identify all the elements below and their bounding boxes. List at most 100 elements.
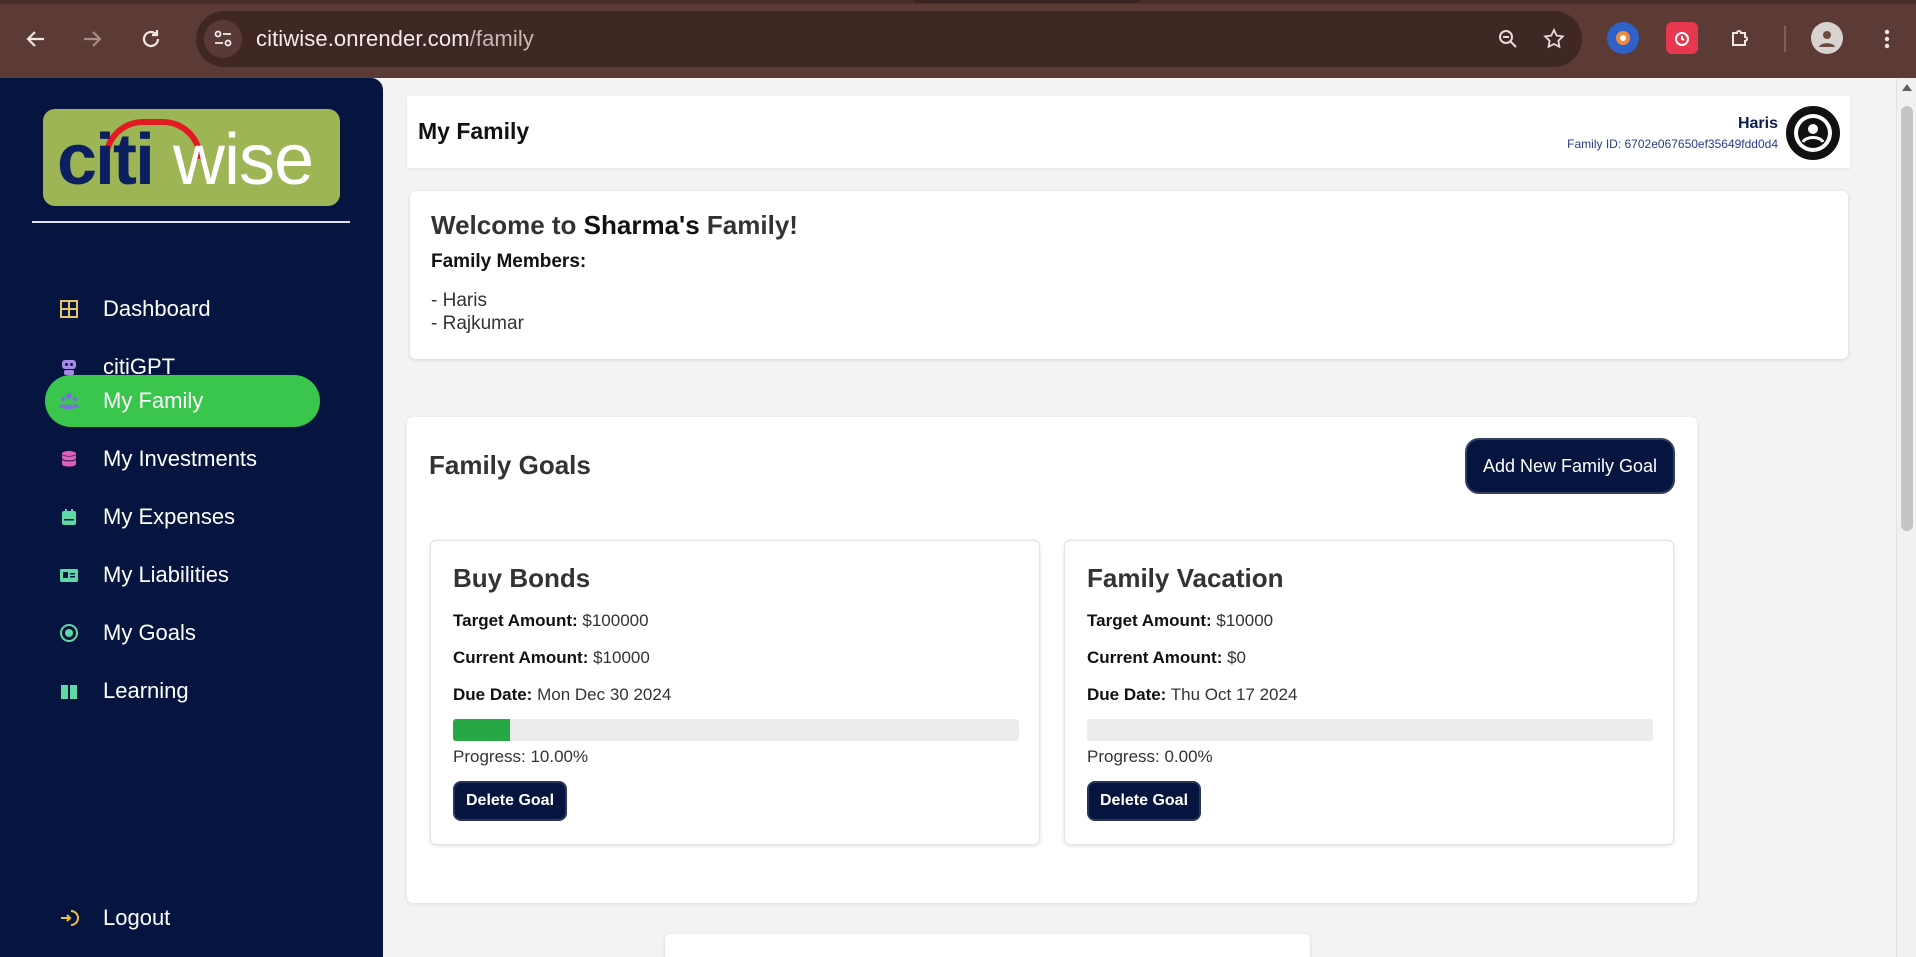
user-avatar-icon[interactable] [1786,106,1840,160]
sidebar-item-my-investments[interactable]: My Investments [45,433,320,485]
goal-current-value: $10000 [593,648,650,667]
welcome-prefix: Welcome to [431,210,584,240]
zoom-icon[interactable] [1489,20,1527,58]
scrollbar-thumb[interactable] [1901,106,1913,531]
sidebar-item-dashboard[interactable]: Dashboard [45,283,320,335]
goal-due: Due Date: Thu Oct 17 2024 [1087,685,1297,705]
welcome-title: Welcome to Sharma's Family! [431,210,798,241]
sidebar-item-learning[interactable]: Learning [45,665,320,717]
back-button[interactable] [17,20,55,58]
browser-toolbar: citiwise.onrender.com/family [0,0,1916,78]
goal-current: Current Amount: $0 [1087,648,1246,668]
calendar-icon [57,505,81,529]
goal-current-label: Current Amount: [1087,648,1223,667]
family-icon [57,389,81,413]
sidebar-item-my-goals[interactable]: My Goals [45,607,320,659]
welcome-card: Welcome to Sharma's Family! Family Membe… [410,191,1848,359]
family-member: - Rajkumar [431,313,524,334]
goal-target-label: Target Amount: [453,611,578,630]
next-section-card [665,934,1310,957]
toolbar-separator [1784,26,1786,52]
forward-button[interactable] [73,20,111,58]
goal-progress-text: Progress: 0.00% [1087,747,1213,766]
active-tab-edge [915,0,1140,3]
goal-card: Family Vacation Target Amount: $10000 Cu… [1064,540,1674,845]
delete-goal-button[interactable]: Delete Goal [1087,781,1201,821]
add-family-goal-button[interactable]: Add New Family Goal [1465,438,1675,494]
sidebar-divider [32,221,350,223]
goal-name: Buy Bonds [453,563,591,593]
user-name: Haris [1737,115,1778,132]
family-goals-title: Family Goals [429,450,591,480]
delete-goal-button[interactable]: Delete Goal [453,781,567,821]
page-header: My Family Haris Family ID: 6702e067650ef… [407,96,1850,168]
sidebar: citi wise Dashboard citiGPT My Family My… [0,78,383,957]
bookmark-star-icon[interactable] [1535,20,1573,58]
sidebar-item-label: Learning [103,678,189,703]
sidebar-item-my-family[interactable]: My Family [45,375,320,427]
goal-current: Current Amount: $10000 [453,648,650,668]
back-arrow-icon [26,31,44,47]
sidebar-item-label: My Family [103,388,204,413]
page-title: My Family [418,118,530,144]
family-goals-section: Family Goals Add New Family Goal Buy Bon… [407,417,1697,903]
goal-name: Family Vacation [1087,563,1284,593]
sidebar-item-label: My Expenses [103,504,236,529]
target-icon [57,621,81,645]
goal-target-value: $10000 [1216,611,1274,630]
database-icon [57,447,81,471]
goal-due-value: Mon Dec 30 2024 [537,685,672,704]
goal-progress-fill [453,719,510,741]
goal-due-label: Due Date: [453,685,533,704]
logout-button[interactable]: Logout [45,896,170,940]
goal-current-value: $0 [1227,648,1247,667]
members-label: Family Members: [431,251,587,272]
id-card-icon [57,563,81,587]
page-scrollbar[interactable] [1896,78,1916,957]
sidebar-item-label: My Goals [103,620,196,645]
reload-button[interactable] [132,20,170,58]
goal-current-label: Current Amount: [453,648,589,667]
sidebar-item-label: My Investments [103,446,258,471]
sidebar-item-my-expenses[interactable]: My Expenses [45,491,320,543]
url-host: citiwise.onrender.com [256,26,470,51]
goal-due-label: Due Date: [1087,685,1167,704]
goal-progress-bar [1087,719,1653,741]
book-icon [57,679,81,703]
forward-arrow-icon [84,31,102,47]
logo-wise: wise [173,120,314,200]
extensions-puzzle-icon[interactable] [1724,22,1756,54]
sidebar-item-label: My Liabilities [103,562,229,587]
browser-menu-icon[interactable] [1868,20,1906,58]
url-text: citiwise.onrender.com/family [256,26,534,52]
goal-due-value: Thu Oct 17 2024 [1170,685,1298,704]
site-info-icon[interactable] [204,20,242,58]
grid-icon [57,297,81,321]
goal-target-label: Target Amount: [1087,611,1212,630]
url-path: /family [469,26,534,51]
welcome-suffix: Family! [699,210,798,240]
goal-card: Buy Bonds Target Amount: $100000 Current… [430,540,1040,845]
logout-icon [57,906,81,930]
family-name: Sharma's [583,210,700,240]
goal-progress-text: Progress: 10.00% [453,747,589,766]
goal-progress-bar [453,719,1019,741]
family-id: Family ID: 6702e067650ef35649fdd0d4 [1567,137,1778,151]
goal-due: Due Date: Mon Dec 30 2024 [453,685,671,705]
tab-strip [0,0,1916,4]
profile-avatar-icon[interactable] [1811,22,1843,54]
extension-2-icon[interactable] [1666,22,1698,54]
reload-icon [142,30,160,48]
extension-1-icon[interactable] [1607,22,1639,54]
family-member: - Haris [431,290,487,311]
goal-target: Target Amount: $10000 [1087,611,1273,631]
scroll-up-arrow-icon[interactable] [1902,84,1912,91]
sidebar-item-label: Dashboard [103,296,211,321]
citiwise-logo[interactable]: citi wise [43,109,340,206]
logo-citi: citi [57,120,155,200]
logout-label: Logout [103,905,171,930]
goal-target-value: $100000 [582,611,649,630]
sidebar-item-my-liabilities[interactable]: My Liabilities [45,549,320,601]
goal-target: Target Amount: $100000 [453,611,649,631]
address-bar[interactable]: citiwise.onrender.com/family [196,11,1582,67]
